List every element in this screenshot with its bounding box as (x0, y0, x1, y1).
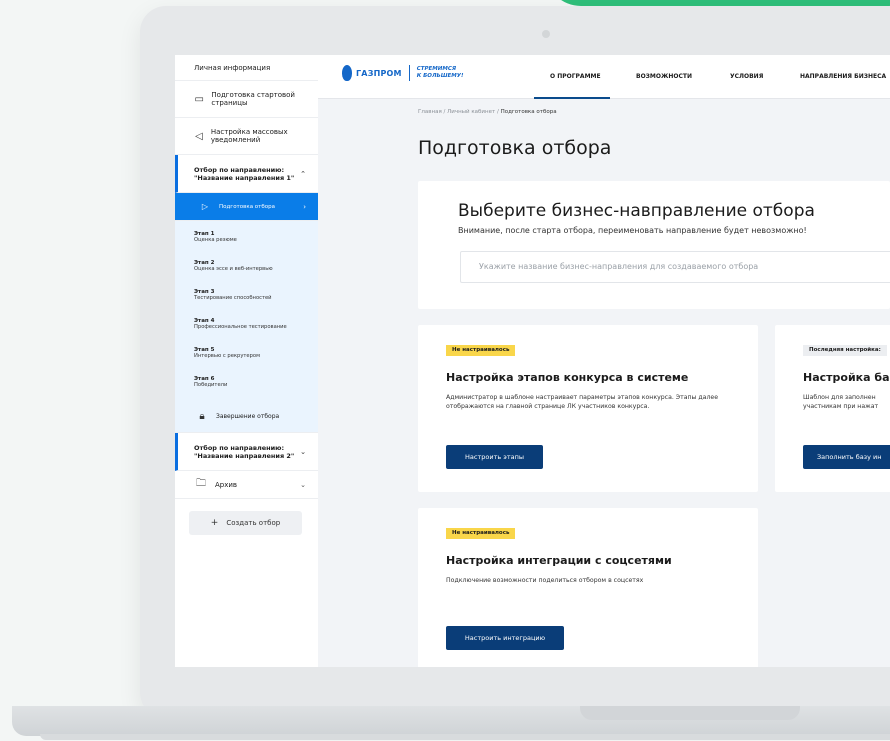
sidebar-stage-3[interactable]: Этап 3 Тестирование способностей (175, 285, 318, 314)
card-title: Настройка баз (803, 371, 890, 384)
chevron-down-icon: ⌄ (300, 447, 306, 456)
logo-slogan: СТРЕМИМСЯ К БОЛЬШЕМУ! (417, 66, 464, 80)
laptop-camera (542, 30, 550, 38)
chevron-right-icon: › (303, 202, 306, 211)
sidebar-item-label: Подготовка стартовой страницы (211, 91, 295, 107)
laptop-base-notch (580, 706, 800, 720)
sidebar-section-label: Отбор по направлению: "Название направле… (194, 443, 295, 460)
logo-slogan-line-2: К БОЛЬШЕМУ! (416, 73, 464, 79)
create-selection-button[interactable]: + Создать отбор (189, 511, 302, 535)
megaphone-icon: ◁ (195, 130, 203, 142)
sidebar-item-label: Подготовка отбора (219, 203, 275, 210)
create-selection-label: Создать отбор (226, 519, 281, 527)
page-title: Подготовка отбора (418, 137, 612, 159)
sidebar-item-mass-notifications[interactable]: ◁ Настройка массовых уведомлений (175, 118, 318, 155)
stage-desc: Оценка резюме (194, 237, 237, 243)
sidebar-stage-6[interactable]: Этап 6 Победители (175, 372, 318, 401)
status-badge: Не настраивалось (446, 345, 516, 356)
sidebar-section-direction-1[interactable]: Отбор по направлению: "Название направле… (175, 155, 318, 193)
sidebar-item-label: Личная информация (194, 63, 271, 72)
folder-icon: 🗀︎ (196, 478, 206, 489)
status-badge: Не настраивалось (446, 528, 516, 539)
sidebar-item-label: Завершение отбора (216, 413, 280, 420)
fill-base-button[interactable]: Заполнить базу ин (803, 445, 890, 469)
card-title: Настройка интеграции с соцсетями (446, 554, 672, 567)
tab-opportunities[interactable]: ВОЗМОЖНОСТИ (636, 73, 692, 80)
chevron-up-icon: ⌃ (300, 169, 306, 178)
tab-business-directions[interactable]: НАПРАВЛЕНИЯ БИЗНЕСА (800, 73, 886, 80)
play-icon: ▷ (201, 202, 209, 211)
sidebar: Личная информация ▭ Подготовка стартовой… (175, 55, 318, 667)
sidebar-item-label: Настройка массовых уведомлений (210, 128, 288, 144)
gazprom-flame-icon (342, 65, 352, 81)
breadcrumb-separator: / (496, 109, 499, 115)
chevron-down-icon: ⌄ (300, 480, 306, 489)
logo-brand: ГАЗПРОМ (356, 68, 402, 78)
sidebar-section-direction-2[interactable]: Отбор по направлению: "Название направле… (175, 433, 318, 471)
card-title: Настройка этапов конкурса в системе (446, 371, 689, 384)
stage-desc: Победители (194, 382, 228, 388)
monitor-icon: ▭ (194, 93, 204, 105)
breadcrumb-home[interactable]: Главная (418, 109, 442, 115)
sidebar-item-start-page[interactable]: ▭ Подготовка стартовой страницы (175, 81, 318, 118)
stages-setup-card: Не настраивалось Настройка этапов конкур… (418, 325, 758, 492)
card-description: Подключение возможности поделиться отбор… (446, 577, 644, 584)
stage-desc: Тестирование способностей (194, 295, 272, 301)
plus-icon: + (210, 518, 219, 528)
status-badge: Последняя настройка: (803, 345, 887, 356)
social-integration-card: Не настраивалось Настройка интеграции с … (418, 508, 758, 667)
stage-desc: Интервью с рекрутером (194, 353, 260, 359)
top-navigation: ГАЗПРОМ СТРЕМИМСЯ К БОЛЬШЕМУ! О ПРОГРАММ… (318, 55, 890, 99)
breadcrumb-current: Подготовка отбора (500, 109, 557, 115)
breadcrumb: Главная / Личный кабинет / Подготовка от… (418, 109, 557, 115)
sidebar-item-prepare-selection[interactable]: ▷ Подготовка отбора › (175, 193, 318, 221)
direction-name-input[interactable]: Укажите название бизнес-направления для … (460, 251, 890, 283)
sidebar-item-personal-info[interactable]: Личная информация (175, 55, 318, 81)
sidebar-stage-list: Этап 1 Оценка резюме Этап 2 Оценка эссе … (175, 221, 318, 433)
sidebar-stage-1[interactable]: Этап 1 Оценка резюме (175, 227, 318, 256)
lock-icon: 🔒︎ (199, 411, 205, 422)
sidebar-stage-2[interactable]: Этап 2 Оценка эссе и веб-интервью (175, 256, 318, 285)
setup-integration-button[interactable]: Настроить интеграцию (446, 626, 564, 650)
main-content: Главная / Личный кабинет / Подготовка от… (318, 99, 890, 667)
laptop-base-shadow (40, 734, 890, 740)
setup-stages-button[interactable]: Настроить этапы (446, 445, 543, 469)
sidebar-item-label: Архив (215, 480, 238, 489)
breadcrumb-cabinet[interactable]: Личный кабинет (447, 109, 495, 115)
stage-desc: Оценка эссе и веб-интервью (194, 266, 273, 272)
choose-direction-title: Выберите бизнес-навправление отбора (458, 201, 815, 221)
sidebar-section-label: Отбор по направлению: "Название направле… (194, 165, 295, 182)
base-setup-card: Последняя настройка: Настройка баз Шабло… (775, 325, 890, 492)
tab-about-program[interactable]: О ПРОГРАММЕ (550, 73, 601, 80)
sidebar-item-finish-selection[interactable]: 🔒︎ Завершение отбора (175, 401, 318, 433)
choose-direction-card: Выберите бизнес-навправление отбора Вним… (418, 181, 890, 309)
gazprom-logo[interactable]: ГАЗПРОМ СТРЕМИМСЯ К БОЛЬШЕМУ! (342, 65, 464, 81)
choose-direction-warning: Внимание, после старта отбора, переимено… (458, 226, 807, 235)
laptop-screen: Личная информация ▭ Подготовка стартовой… (175, 55, 890, 667)
breadcrumb-separator: / (443, 109, 446, 115)
sidebar-stage-4[interactable]: Этап 4 Профессиональное тестирование (175, 314, 318, 343)
card-description: Администратор в шаблоне настраивает пара… (446, 394, 719, 410)
sidebar-item-archive[interactable]: 🗀︎ Архив ⌄ (175, 471, 318, 499)
logo-slogan-line-1: СТРЕМИМСЯ (416, 66, 457, 72)
stage-desc: Профессиональное тестирование (194, 324, 287, 330)
sidebar-stage-5[interactable]: Этап 5 Интервью с рекрутером (175, 343, 318, 372)
logo-divider (408, 65, 410, 81)
tab-conditions[interactable]: УСЛОВИЯ (730, 73, 763, 80)
card-description: Шаблон для заполнен участникам при нажат (803, 394, 879, 410)
